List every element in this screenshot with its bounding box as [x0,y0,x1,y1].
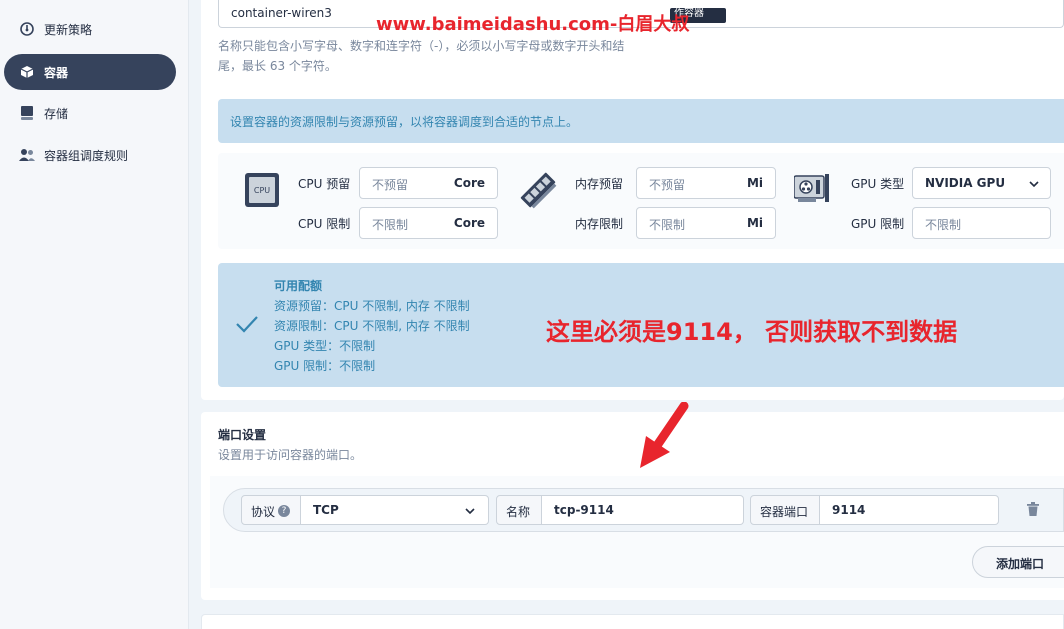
protocol-value: TCP [313,503,339,517]
cpu-reserve-label: CPU 预留 [298,177,351,191]
trash-icon[interactable] [1027,502,1039,519]
gpu-type-select[interactable]: NVIDIA GPU [912,167,1051,199]
memory-limit-placeholder: 不限制 [649,218,686,232]
dashboard-icon [19,21,35,37]
port-name-label: 名称 [496,495,542,525]
sidebar-item-label: 存储 [44,106,69,121]
container-icon [19,64,35,80]
gpu-icon [793,174,830,207]
svg-text:CPU: CPU [254,186,270,195]
cpu-limit-input[interactable]: 不限制 Core [359,207,498,239]
gpu-limit-input[interactable]: 不限制 [912,207,1051,239]
memory-reserve-unit: Mi [746,176,763,190]
cpu-limit-unit: Core [453,216,485,230]
cpu-limit-label: CPU 限制 [298,217,351,231]
memory-reserve-label: 内存预留 [575,177,624,191]
storage-icon [19,105,35,121]
memory-reserve-placeholder: 不预留 [649,178,686,192]
container-port-label-text: 容器端口 [760,505,809,519]
port-list: 协议 ? TCP 名称 tcp-9114 容器端口 9114 添加端口 [210,476,1064,588]
memory-icon [518,170,558,213]
container-port-value: 9114 [832,503,866,517]
gpu-type-value: NVIDIA GPU [925,176,1006,190]
container-name-value: container-wiren3 [231,6,332,20]
resource-info-text: 设置容器的资源限制与资源预留，以将容器调度到合适的节点上。 [230,115,579,129]
cpu-limit-placeholder: 不限制 [372,218,409,232]
arrow-down-left-icon [636,401,692,475]
port-settings-title: 端口设置 [218,428,267,442]
port-name-value: tcp-9114 [554,503,614,517]
sidebar: 更新策略 容器 存储 容器组调度规则 [0,0,189,629]
protocol-label-text: 协议 [251,505,276,519]
next-section-card [201,614,1064,629]
chevron-down-icon [1028,178,1040,192]
quota-line: GPU 限制：不限制 [274,359,376,373]
sidebar-item-storage[interactable]: 存储 [4,95,176,131]
port-settings-description: 设置用于访问容器的端口。 [218,448,363,462]
memory-limit-input[interactable]: 不限制 Mi [636,207,776,239]
users-icon [19,147,35,163]
annotation-text: 这里必须是9114， 否则获取不到数据 [546,318,958,346]
cpu-reserve-input[interactable]: 不预留 Core [359,167,498,199]
gpu-type-label: GPU 类型 [851,177,905,191]
port-row: 协议 ? TCP 名称 tcp-9114 容器端口 9114 [223,488,1064,532]
add-port-button[interactable]: 添加端口 [972,546,1064,578]
memory-limit-label: 内存限制 [575,217,624,231]
quota-line: GPU 类型：不限制 [274,339,376,353]
sidebar-item-update-strategy[interactable]: 更新策略 [4,11,176,47]
quota-line: 资源预留：CPU 不限制, 内存 不限制 [274,299,470,313]
container-port-label: 容器端口 [750,495,820,525]
container-name-hint: 名称只能包含小写字母、数字和连字符（-），必须以小写字母或数字开头和结尾，最长 … [218,39,625,73]
cpu-icon: CPU [244,172,280,211]
check-icon [235,314,259,337]
sidebar-item-scheduling-rules[interactable]: 容器组调度规则 [4,137,176,173]
port-name-label-text: 名称 [506,505,531,519]
quota-line: 资源限制：CPU 不限制, 内存 不限制 [274,319,470,333]
sidebar-item-label: 容器 [44,65,69,80]
container-port-input[interactable]: 9114 [820,495,999,525]
port-name-input[interactable]: tcp-9114 [542,495,744,525]
cpu-reserve-placeholder: 不预留 [372,178,409,192]
quota-title: 可用配额 [274,279,323,293]
resource-panel: CPU CPU 预留 不预留 Core CPU 限制 不限制 Core 内存预留… [218,153,1064,249]
protocol-label: 协议 ? [241,495,301,525]
memory-limit-unit: Mi [746,216,763,230]
resource-info-banner: 设置容器的资源限制与资源预留，以将容器调度到合适的节点上。 [218,99,1064,143]
add-port-label: 添加端口 [996,557,1045,571]
gpu-limit-placeholder: 不限制 [925,218,962,232]
watermark-text: www.baimeidashu.com-白眉大叔 [376,14,690,35]
help-icon[interactable]: ? [275,503,290,517]
protocol-select[interactable]: TCP [301,495,489,525]
cpu-reserve-unit: Core [453,176,485,190]
chevron-down-icon [464,505,476,519]
memory-reserve-input[interactable]: 不预留 Mi [636,167,776,199]
sidebar-item-container[interactable]: 容器 [4,54,176,90]
sidebar-item-label: 容器组调度规则 [44,148,129,163]
port-settings-card: 端口设置 设置用于访问容器的端口。 协议 ? TCP 名称 tcp-9114 容… [201,412,1064,600]
gpu-limit-label: GPU 限制 [851,217,905,231]
sidebar-item-label: 更新策略 [44,22,93,37]
